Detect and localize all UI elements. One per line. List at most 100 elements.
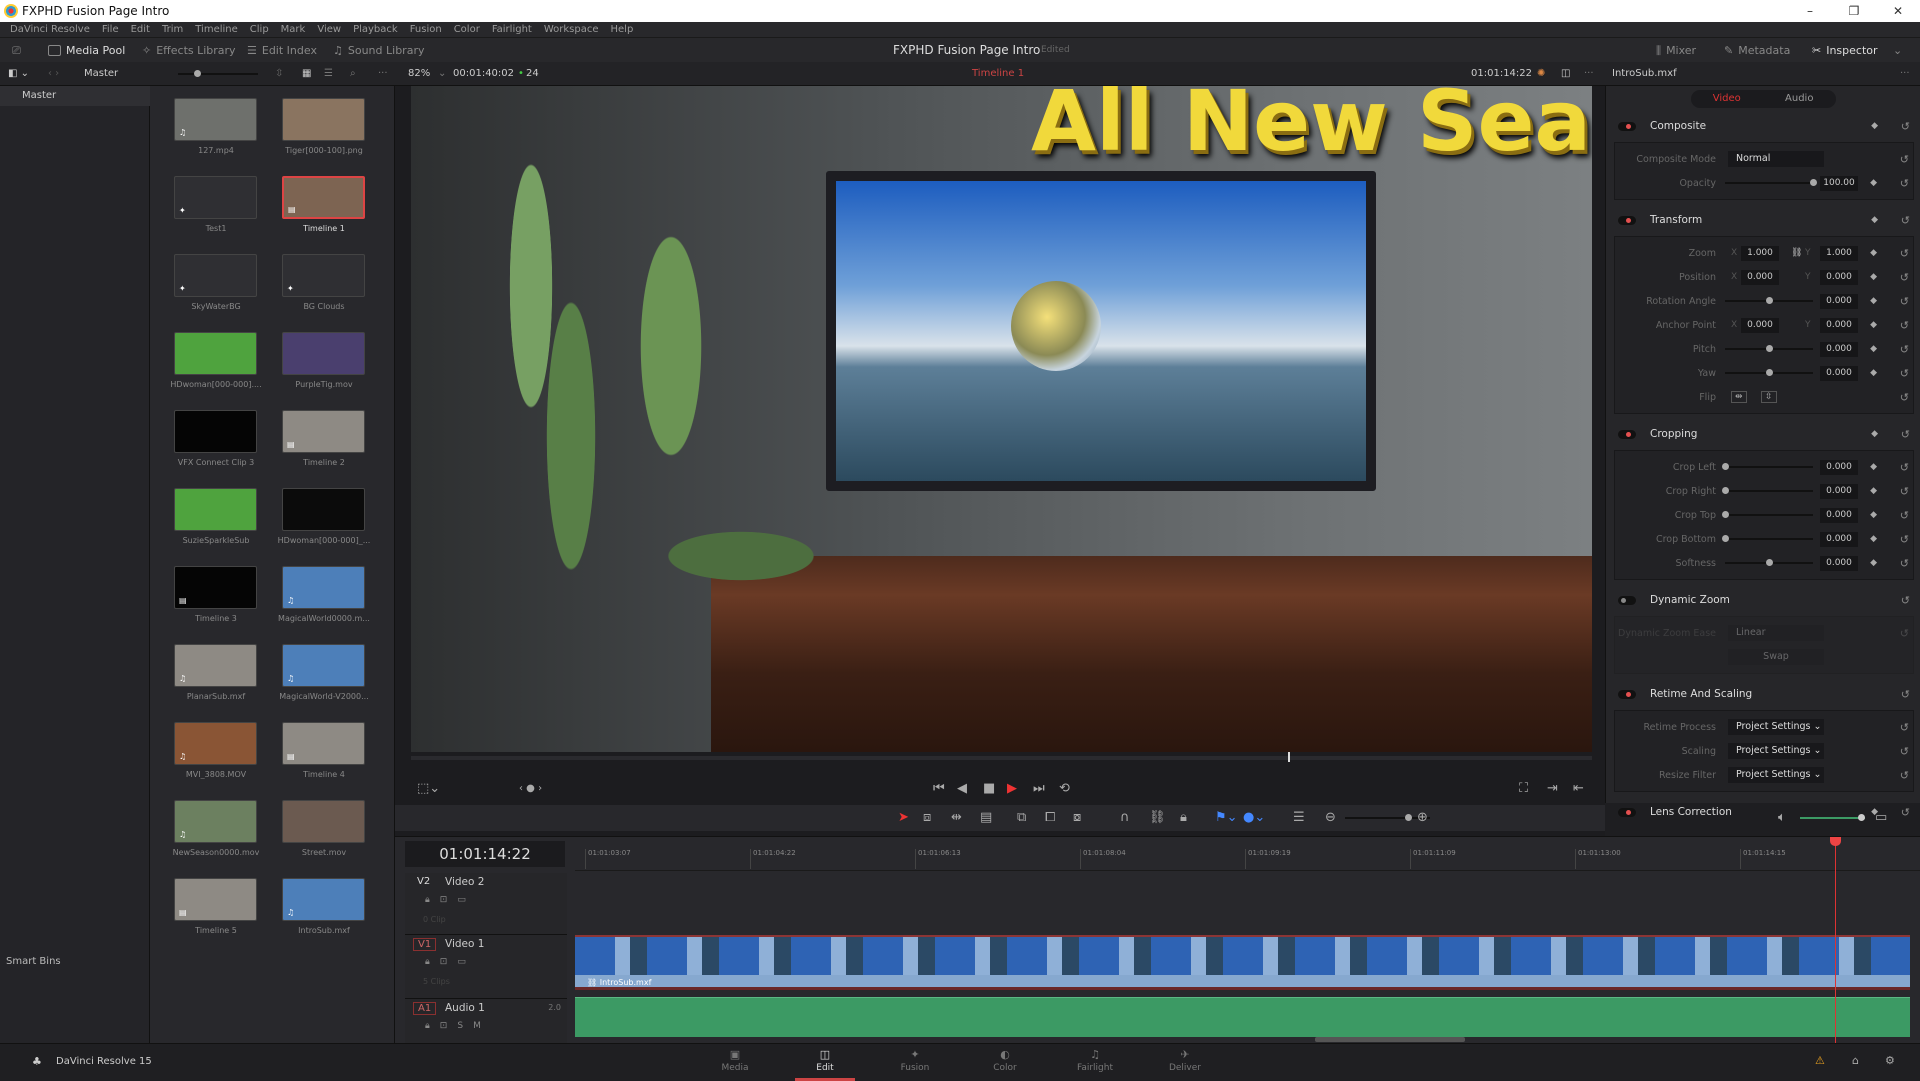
menu-item[interactable]: Mark	[275, 22, 312, 37]
viewer-frame[interactable]: All New Seas	[411, 86, 1592, 752]
lock-icon[interactable]: 🔒︎	[425, 895, 430, 905]
slider-handle[interactable]	[1722, 535, 1729, 542]
section-toggle[interactable]	[1618, 807, 1636, 817]
track-id[interactable]: V1	[413, 938, 437, 951]
param-slider[interactable]	[1722, 463, 1813, 470]
prev-edit-icon[interactable]: ⇤	[1573, 776, 1584, 802]
clip-thumbnail[interactable]: ♫	[282, 878, 365, 921]
expand-button[interactable]: ⌄	[1893, 38, 1902, 63]
param-slider[interactable]	[1725, 559, 1813, 566]
menu-item[interactable]: Color	[448, 22, 486, 37]
menu-item[interactable]: DaVinci Resolve	[4, 22, 96, 37]
reset-icon[interactable]: ↺	[1900, 247, 1909, 260]
timeline-selector[interactable]: Timeline 1	[972, 62, 1024, 86]
settings-icon[interactable]: ⚙	[1885, 1054, 1895, 1067]
clip-thumbnail[interactable]	[174, 488, 257, 531]
flip-vertical-icon[interactable]: ⇳	[1761, 391, 1777, 403]
value-field[interactable]: 0.000	[1820, 317, 1858, 333]
keyframe-icon[interactable]: ◆	[1870, 558, 1877, 568]
timeline-ruler[interactable]: 01:01:03:07 01:01:04:22 01:01:06:13 01:01:0…	[575, 837, 1920, 871]
keyframe-icon[interactable]: ◆	[1871, 215, 1878, 225]
link-icon[interactable]: ⛓	[1791, 248, 1802, 258]
video-clip[interactable]: ⛓ IntroSub.mxf	[575, 975, 1910, 990]
reset-icon[interactable]: ↺	[1901, 806, 1910, 819]
grid-view-icon[interactable]: ▦	[302, 62, 311, 86]
reset-icon[interactable]: ↺	[1900, 461, 1909, 474]
flip-horizontal-icon[interactable]: ⇹	[1731, 391, 1747, 403]
clip-thumbnail[interactable]: ♫	[174, 722, 257, 765]
slider-handle[interactable]	[1766, 345, 1773, 352]
reset-icon[interactable]: ↺	[1900, 485, 1909, 498]
track-id[interactable]: A1	[413, 1002, 437, 1015]
go-to-end-icon[interactable]: ⏭	[1033, 776, 1045, 802]
page-tab-fusion[interactable]: ✦ Fusion	[885, 1048, 945, 1073]
stop-icon[interactable]: ■	[983, 776, 995, 802]
auto-select-icon[interactable]: ⊡	[440, 957, 448, 967]
lock-icon[interactable]: 🔒︎	[425, 1021, 430, 1031]
keyframe-icon[interactable]: ◆	[1870, 296, 1877, 306]
menu-item[interactable]: Workspace	[538, 22, 605, 37]
clip-thumbnail[interactable]	[282, 332, 365, 375]
keyframe-icon[interactable]: ◆	[1870, 178, 1877, 188]
home-icon[interactable]: ⌂	[1852, 1054, 1859, 1067]
mixer-button[interactable]: ⫼ Mixer	[1656, 38, 1696, 63]
slider-handle[interactable]	[1722, 463, 1729, 470]
bin-list-toggle-icon[interactable]: ◧ ⌄	[8, 62, 29, 86]
nav-arrows-icon[interactable]: ‹ ›	[48, 62, 59, 86]
edit-index-button[interactable]: ☰ Edit Index	[247, 38, 317, 63]
reset-icon[interactable]: ↺	[1900, 343, 1909, 356]
next-edit-icon[interactable]: ⇥	[1547, 776, 1558, 802]
value-field[interactable]: 100.00	[1820, 175, 1858, 191]
lock-icon[interactable]: 🔒︎	[425, 957, 430, 967]
media-pool-button[interactable]: Media Pool	[48, 38, 125, 63]
slider-handle[interactable]	[1766, 559, 1773, 566]
tab-audio[interactable]: Audio	[1763, 90, 1836, 108]
clip-thumbnail[interactable]: ▤	[174, 878, 257, 921]
playhead[interactable]	[1830, 837, 1841, 1044]
list-view-icon[interactable]: ☰	[324, 62, 333, 86]
keyframe-icon[interactable]: ◆	[1871, 429, 1878, 439]
page-tab-fairlight[interactable]: ♫ Fairlight	[1065, 1048, 1125, 1073]
value-field[interactable]: 0.000	[1820, 293, 1858, 309]
value-field[interactable]: 0.000	[1820, 531, 1858, 547]
keyframe-icon[interactable]: ◆	[1870, 344, 1877, 354]
page-tab-deliver[interactable]: ✈ Deliver	[1155, 1048, 1215, 1073]
slider-handle[interactable]	[1722, 487, 1729, 494]
viewer-mode-icon[interactable]: ⬚⌄	[417, 776, 440, 802]
trim-tool-icon[interactable]: ⧈	[923, 805, 931, 831]
reset-icon[interactable]: ↺	[1900, 745, 1909, 758]
reset-icon[interactable]: ↺	[1900, 177, 1909, 190]
more-options-icon[interactable]: ···	[378, 62, 388, 86]
menu-item[interactable]: Help	[605, 22, 640, 37]
snapping-icon[interactable]: ∩	[1120, 805, 1130, 831]
effects-library-button[interactable]: ✧ Effects Library	[142, 38, 236, 63]
maximize-button[interactable]: ❐	[1832, 0, 1876, 22]
param-slider[interactable]	[1725, 369, 1813, 376]
keyframe-icon[interactable]: ◆	[1870, 272, 1877, 282]
reset-icon[interactable]: ↺	[1900, 367, 1909, 380]
param-slider[interactable]	[1722, 535, 1813, 542]
sort-icon[interactable]: ⇳	[275, 62, 283, 86]
inspector-options-icon[interactable]: ···	[1900, 62, 1910, 86]
go-to-start-icon[interactable]: ⏮	[933, 776, 945, 802]
menu-item[interactable]: Trim	[156, 22, 189, 37]
section-toggle[interactable]	[1618, 429, 1636, 439]
value-field[interactable]: 0.000	[1820, 483, 1858, 499]
keyframe-icon[interactable]: ◆	[1871, 121, 1878, 131]
param-slider[interactable]	[1722, 511, 1813, 518]
section-dynamic-zoom[interactable]: Dynamic Zoom ↺	[1606, 584, 1920, 616]
reset-icon[interactable]: ↺	[1900, 627, 1909, 640]
keyframe-icon[interactable]: ◆	[1870, 510, 1877, 520]
reset-icon[interactable]: ↺	[1900, 721, 1909, 734]
color-wheel-icon[interactable]: ✺	[1537, 62, 1545, 86]
menu-item[interactable]: Playback	[347, 22, 404, 37]
section-transform[interactable]: Transform ◆ ↺	[1606, 204, 1920, 236]
section-toggle[interactable]	[1618, 215, 1636, 225]
clip-thumbnail[interactable]	[174, 410, 257, 453]
clip-thumbnail[interactable]: ✦	[174, 254, 257, 297]
keyframe-icon[interactable]: ◆	[1870, 534, 1877, 544]
reset-icon[interactable]: ↺	[1901, 120, 1910, 133]
timeline-view-icon[interactable]: ☰	[1293, 805, 1305, 831]
track-id[interactable]: V2	[413, 876, 434, 887]
link-icon[interactable]: ⛓	[1149, 805, 1166, 831]
